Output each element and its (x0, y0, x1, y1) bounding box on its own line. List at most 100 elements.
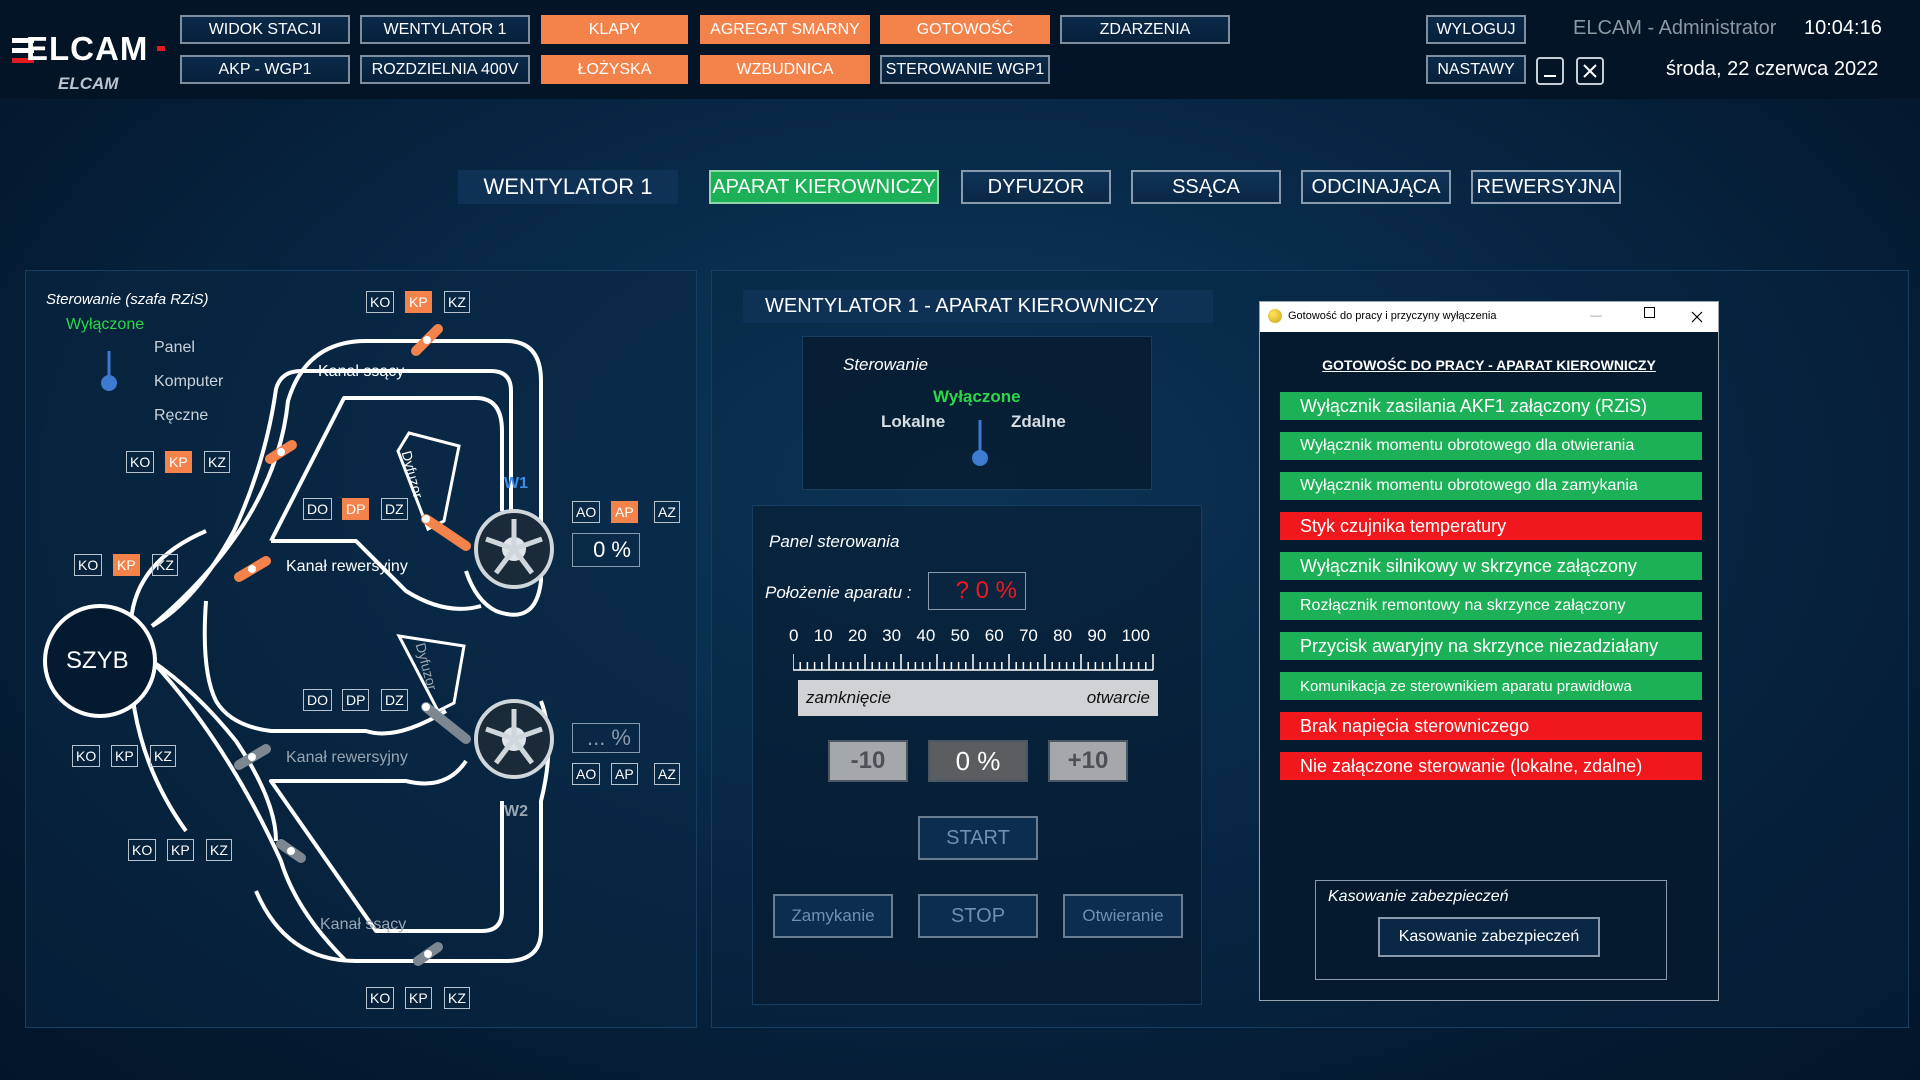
nav-agregat-smarny[interactable]: AGREGAT SMARNY (700, 15, 870, 44)
w2-dp-indicator: DP (342, 689, 370, 711)
clock: 10:04:16 (1804, 17, 1882, 39)
nav-rozdzielnia[interactable]: ROZDZIELNIA 400V (360, 55, 530, 84)
reset-button[interactable]: Kasowanie zabezpieczeń (1378, 917, 1600, 957)
control-panel-box: Panel sterowania Położenie aparatu : ? 0… (752, 505, 1202, 1005)
nav-akp-wgp1[interactable]: AKP - WGP1 (180, 55, 350, 84)
status-row: Rozłącznik remontowy na skrzynce załączo… (1280, 592, 1702, 620)
scale-tick: 0 (789, 626, 799, 645)
status-row: Nie załączone sterowanie (lokalne, zdaln… (1280, 752, 1702, 780)
status-row: Brak napięcia sterowniczego (1280, 712, 1702, 740)
top-ko-indicator: KO (366, 291, 395, 313)
reverse-duct-1-label: Kanał rewersyjny (286, 558, 408, 575)
scale-tick: 30 (882, 626, 902, 645)
switch-panel-label: Panel (154, 339, 195, 356)
fan-w1-label: W1 (504, 475, 528, 492)
scale-tick: 40 (916, 626, 936, 645)
switch-manual-label: Ręczne (154, 407, 209, 424)
dialog-close-icon[interactable] (1690, 310, 1704, 324)
dialog-maximize-icon[interactable] (1644, 307, 1655, 318)
low-ko-indicator: KO (72, 745, 101, 767)
mid-kp-indicator: KP (113, 554, 140, 576)
w1-ao-indicator: AO (572, 501, 601, 523)
start-button[interactable]: START (918, 816, 1038, 860)
w1-az-indicator: AZ (654, 501, 680, 523)
date: środa, 22 czerwca 2022 (1666, 58, 1879, 80)
rev2-kp-indicator: KP (167, 839, 194, 861)
nav-wentylator-1[interactable]: WENTYLATOR 1 (360, 15, 530, 44)
mid-ko-indicator: KO (74, 554, 103, 576)
tab-dyfuzor[interactable]: DYFUZOR (961, 170, 1111, 204)
scale-tick: 70 (1018, 626, 1038, 645)
status-row: Wyłącznik silnikowy w skrzynce załączony (1280, 552, 1702, 580)
minus-10-button[interactable]: -10 (828, 740, 908, 782)
settings-button[interactable]: NASTAWY (1426, 55, 1526, 84)
fan-w1-rotor (474, 509, 554, 589)
w2-az-indicator: AZ (654, 763, 680, 785)
reverse-duct-2-label: Kanał rewersyjny (286, 749, 408, 766)
device-title: WENTYLATOR 1 - APARAT KIEROWNICZY (743, 290, 1213, 323)
w1-dz-indicator: DZ (381, 498, 408, 520)
top-bar: ELCAM ELCAM WIDOK STACJI WENTYLATOR 1 KL… (0, 0, 1920, 99)
scale-tick: 80 (1053, 626, 1073, 645)
fan-w2-rotor (474, 699, 554, 779)
tab-rewersyjna[interactable]: REWERSYJNA (1471, 170, 1621, 204)
bottom-ko-indicator: KO (366, 987, 395, 1009)
tab-aparat-kierowniczy[interactable]: APARAT KIEROWNICZY (709, 170, 939, 204)
rev1-ko-indicator: KO (126, 451, 155, 473)
nav-klapy[interactable]: KLAPY (541, 15, 688, 44)
control-mode-state: Wyłączone (933, 387, 1021, 406)
dialog-minimize-icon[interactable]: — (1590, 308, 1602, 322)
setpoint-field[interactable]: 0 % (928, 740, 1028, 782)
user-name: ELCAM - Administrator (1573, 17, 1777, 39)
tab-odcinajaca[interactable]: ODCINAJĄCA (1301, 170, 1451, 204)
bottom-kz-indicator: KZ (444, 987, 470, 1009)
plus-10-button[interactable]: +10 (1048, 740, 1128, 782)
scale-tick: 10 (813, 626, 833, 645)
minimize-icon[interactable] (1536, 57, 1564, 85)
control-remote-label: Zdalne (1011, 412, 1066, 431)
readiness-heading: GOTOWOŚC DO PRACY - APARAT KIEROWNICZY (1322, 357, 1656, 373)
closing-label: zamknięcie (806, 688, 892, 707)
status-row: Komunikacja ze sterownikiem aparatu praw… (1280, 672, 1702, 700)
nav-widok-stacji[interactable]: WIDOK STACJI (180, 15, 350, 44)
scale-tick: 100 (1121, 626, 1150, 645)
control-mode-box: Sterowanie Wyłączone Lokalne Zdalne (802, 336, 1152, 490)
status-row: Styk czujnika temperatury (1280, 512, 1702, 540)
rev1-kp-indicator: KP (165, 451, 192, 473)
logout-button[interactable]: WYLOGUJ (1426, 15, 1526, 44)
reset-group: Kasowanie zabezpieczeń Kasowanie zabezpi… (1315, 880, 1667, 980)
rev2-kz-indicator: KZ (206, 839, 232, 861)
nav-lozyska[interactable]: ŁOŻYSKA (541, 55, 688, 84)
tab-ssaca[interactable]: SSĄCA (1131, 170, 1281, 204)
shaft-label: SZYB (66, 647, 129, 674)
switch-computer-label: Komputer (154, 373, 224, 390)
open-button[interactable]: Otwieranie (1063, 894, 1183, 938)
scale-tick: 90 (1087, 626, 1107, 645)
schema-panel: Sterowanie (szafa RZiS) Wyłączone Panel … (25, 270, 697, 1028)
w2-value: ... % (572, 723, 640, 753)
control-panel-title: Panel sterowania (769, 532, 900, 551)
dialog-window-title: Gotowość do pracy i przyczyny wyłączenia (1288, 310, 1497, 322)
low-kp-indicator: KP (111, 745, 138, 767)
rzis-control-state: Wyłączone (66, 316, 145, 333)
nav-sterowanie-wgp1[interactable]: STEROWANIE WGP1 (880, 55, 1050, 84)
rzis-control-title: Sterowanie (szafa RZiS) (46, 291, 209, 308)
close-icon[interactable] (1576, 57, 1604, 85)
inlet-duct-1-label: Kanał ssący (318, 363, 405, 380)
control-local-label: Lokalne (881, 412, 946, 431)
status-row: Wyłącznik zasilania AKF1 załączony (RZiS… (1280, 392, 1702, 420)
nav-gotowosc[interactable]: GOTOWOŚĆ (880, 15, 1050, 44)
nav-zdarzenia[interactable]: ZDARZENIA (1060, 15, 1230, 44)
status-row: Wyłącznik momentu obrotowego dla zamykan… (1280, 472, 1702, 500)
reset-group-title: Kasowanie zabezpieczeń (1328, 888, 1509, 905)
nav-wzbudnica[interactable]: WZBUDNICA (700, 55, 870, 84)
rev2-ko-indicator: KO (128, 839, 157, 861)
scale-tick: 20 (847, 626, 867, 645)
rev1-kz-indicator: KZ (204, 451, 230, 473)
w2-do-indicator: DO (303, 689, 332, 711)
position-label: Położenie aparatu : (765, 583, 912, 602)
stop-button[interactable]: STOP (918, 894, 1038, 938)
top-kp-indicator: KP (405, 291, 432, 313)
close-button[interactable]: Zamykanie (773, 894, 893, 938)
w2-ao-indicator: AO (572, 763, 601, 785)
